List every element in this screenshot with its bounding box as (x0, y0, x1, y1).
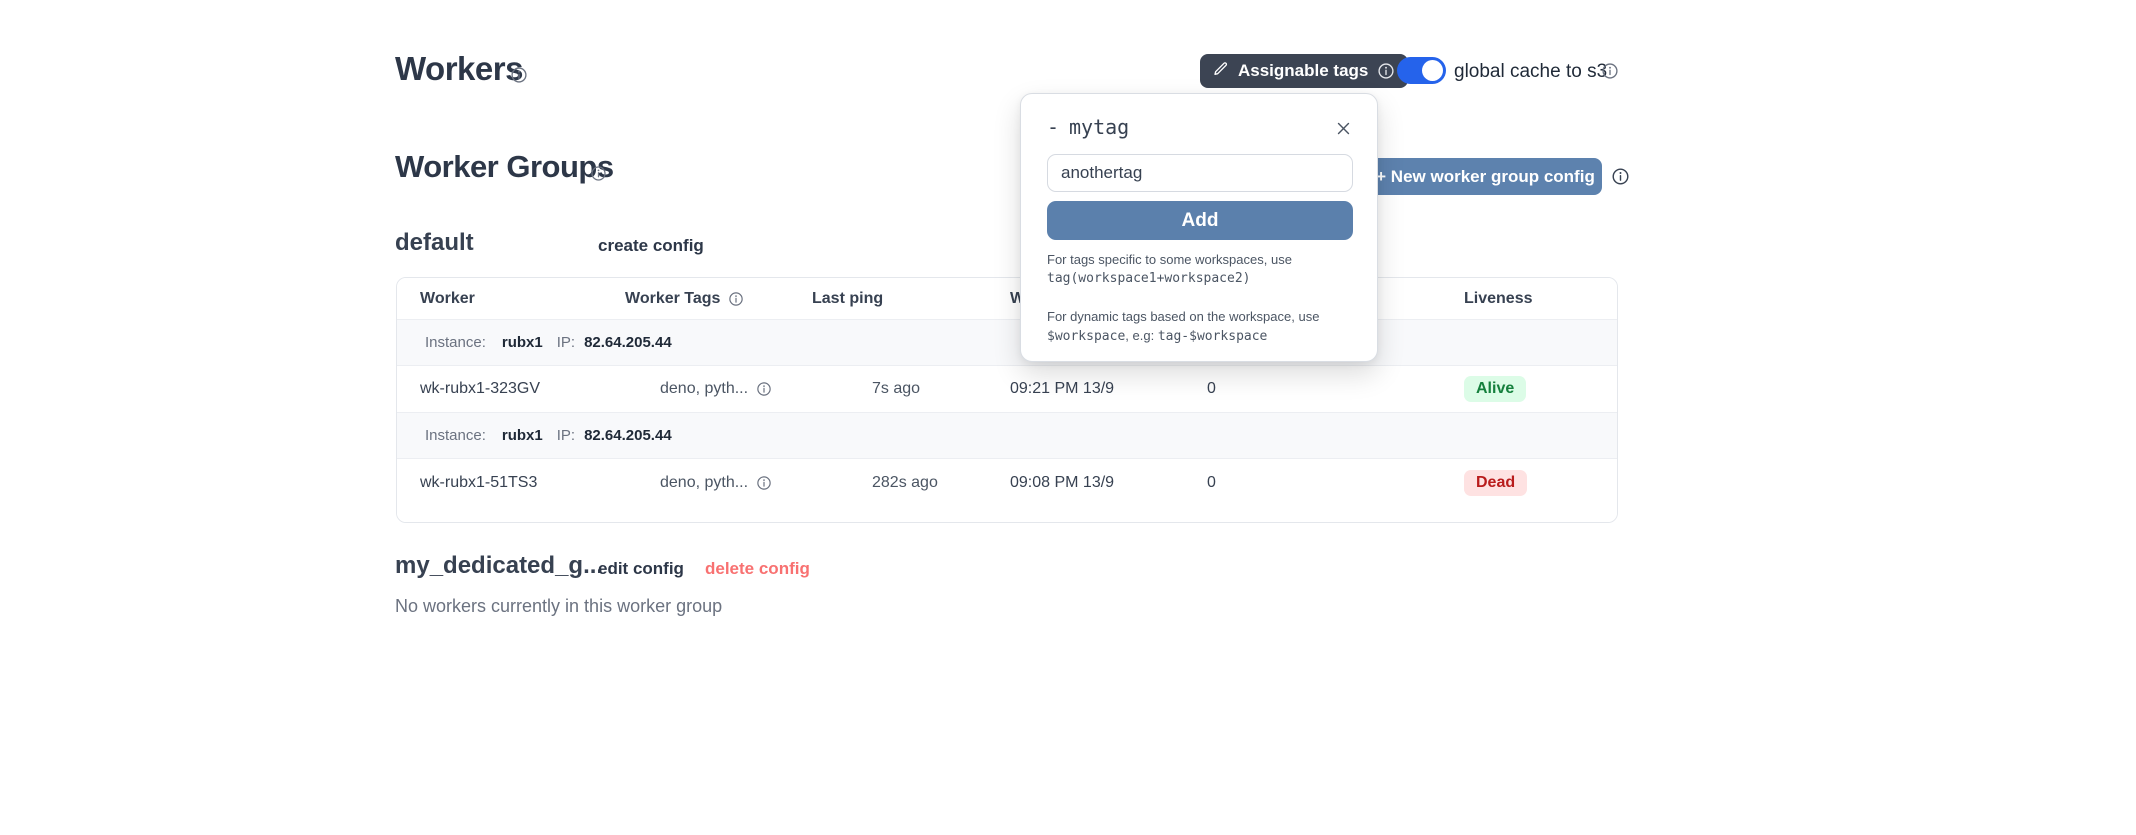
liveness-badge: Alive (1464, 376, 1526, 402)
global-cache-label: global cache to s3 (1454, 61, 1607, 83)
tags-info-icon[interactable] (756, 381, 772, 397)
new-worker-group-config-button[interactable]: + New worker group config (1369, 158, 1602, 195)
edit-config-button[interactable]: edit config (598, 559, 684, 579)
worker-tags-info-icon[interactable] (728, 291, 744, 307)
instance-ip: 82.64.205.44 (584, 334, 672, 351)
worker-row: wk-rubx1-323GV deno, pyth... 7s ago 09:2… (397, 366, 1617, 413)
new-tag-input[interactable] (1047, 154, 1353, 192)
worker-groups-title: Worker Groups (395, 149, 614, 185)
jobs-count: 0 (1207, 380, 1464, 398)
assignable-tags-popup: - mytag Add For tags specific to some wo… (1020, 93, 1378, 362)
tags-info-icon[interactable] (756, 475, 772, 491)
tags-help-dynamic: For dynamic tags based on the workspace,… (1047, 307, 1359, 346)
tag-name: mytag (1069, 115, 1129, 139)
tag-syntax-code: tag(workspace1+workspace2) (1047, 269, 1359, 288)
instance-ip: 82.64.205.44 (584, 427, 672, 444)
global-cache-info-icon[interactable] (1601, 62, 1619, 80)
pencil-icon (1213, 61, 1229, 82)
assignable-tags-info-icon[interactable] (1377, 62, 1395, 80)
col-last-ping: Last ping (812, 290, 1010, 308)
table-footer (397, 506, 1617, 522)
remove-tag-button[interactable]: - (1047, 115, 1059, 139)
page-title: Workers (395, 50, 523, 88)
workers-info-icon[interactable] (510, 66, 528, 84)
col-worker-tags: Worker Tags (625, 290, 812, 308)
instance-row: Instance: rubx1 IP: 82.64.205.44 (397, 413, 1617, 459)
worker-name: wk-rubx1-323GV (397, 380, 625, 398)
last-ping: 282s ago (812, 474, 1010, 492)
worker-start: 09:08 PM 13/9 (1010, 474, 1207, 492)
toggle-knob (1422, 60, 1443, 81)
empty-group-message: No workers currently in this worker grou… (395, 596, 722, 617)
col-worker: Worker (397, 290, 625, 308)
delete-config-button[interactable]: delete config (705, 559, 810, 579)
worker-groups-info-icon[interactable] (590, 165, 607, 182)
liveness-badge: Dead (1464, 470, 1527, 496)
jobs-count: 0 (1207, 474, 1464, 492)
worker-row: wk-rubx1-51TS3 deno, pyth... 282s ago 09… (397, 459, 1617, 506)
assignable-tags-button[interactable]: Assignable tags (1200, 54, 1408, 88)
workers-page: Workers Assignable tags global cache to … (0, 0, 2136, 835)
tags-help-workspaces: For tags specific to some workspaces, us… (1047, 250, 1359, 288)
close-icon[interactable] (1335, 120, 1352, 142)
group-name-dedicated: my_dedicated_g... (395, 552, 603, 580)
col-liveness: Liveness (1464, 290, 1617, 308)
add-tag-button[interactable]: Add (1047, 201, 1353, 240)
worker-name: wk-rubx1-51TS3 (397, 474, 625, 492)
instance-row: Instance: rubx1 IP: 82.64.205.44 (397, 320, 1617, 366)
create-config-button[interactable]: create config (598, 236, 704, 256)
group-name-default: default (395, 229, 474, 257)
instance-name: rubx1 (502, 334, 543, 351)
worker-tags: deno, pyth... (625, 474, 812, 492)
assignable-tags-label: Assignable tags (1238, 61, 1368, 81)
worker-tags: deno, pyth... (625, 380, 812, 398)
worker-start: 09:21 PM 13/9 (1010, 380, 1207, 398)
instance-name: rubx1 (502, 427, 543, 444)
workers-table: Worker Worker Tags Last ping Worker star… (396, 277, 1618, 523)
new-worker-group-config-info-icon[interactable] (1611, 167, 1630, 186)
last-ping: 7s ago (812, 380, 1010, 398)
table-header-row: Worker Worker Tags Last ping Worker star… (397, 278, 1617, 320)
global-cache-toggle[interactable] (1397, 57, 1446, 84)
